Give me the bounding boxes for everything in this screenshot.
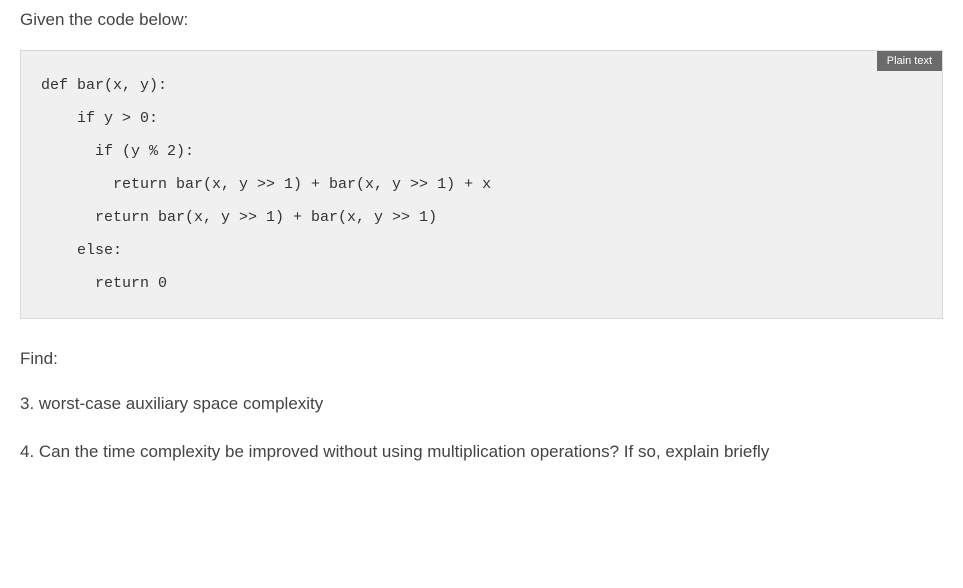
code-block: def bar(x, y): if y > 0: if (y % 2): ret… [41,69,922,300]
code-container: Plain text def bar(x, y): if y > 0: if (… [20,50,943,319]
question-3: 3. worst-case auxiliary space complexity [20,391,943,417]
find-label: Find: [20,349,943,369]
intro-text: Given the code below: [20,10,943,30]
plain-text-badge[interactable]: Plain text [877,51,942,71]
question-4: 4. Can the time complexity be improved w… [20,439,943,465]
